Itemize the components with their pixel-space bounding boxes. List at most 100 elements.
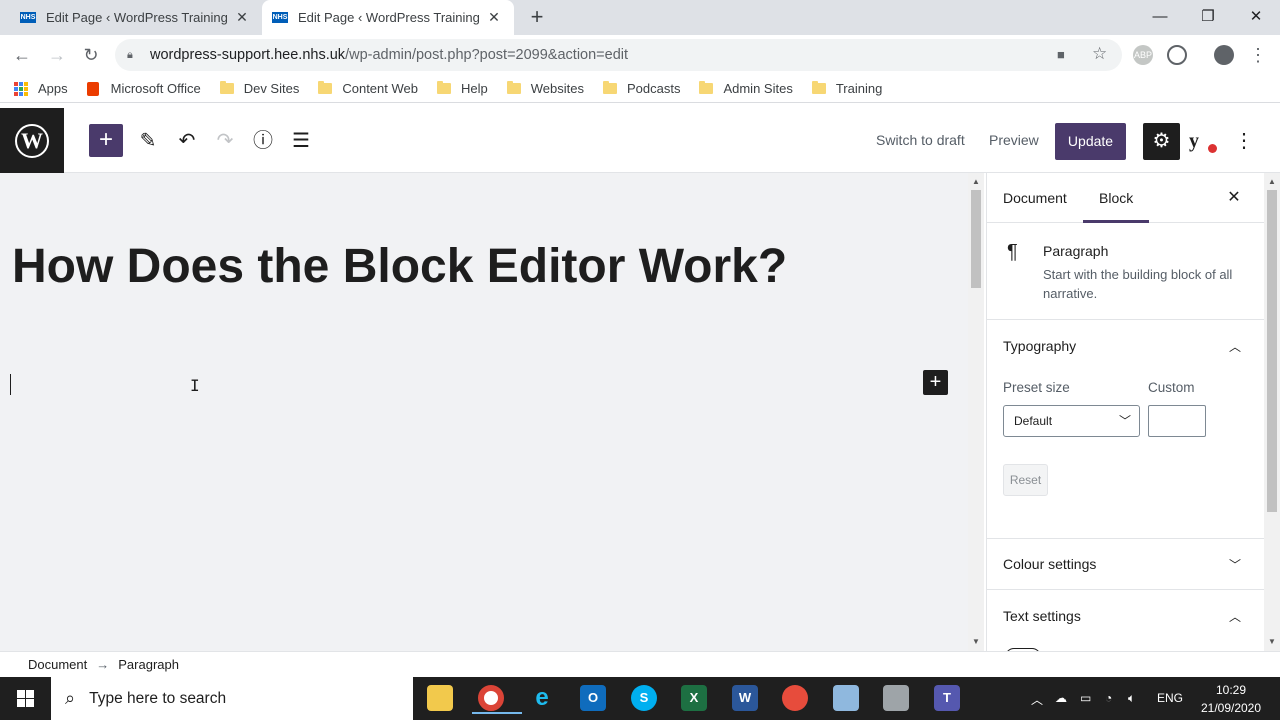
file-explorer-icon[interactable] [427, 685, 453, 711]
scroll-down-arrow-icon[interactable]: ▼ [1264, 637, 1280, 646]
chevron-up-icon: ︿ [1228, 339, 1241, 354]
update-button[interactable]: Update [1055, 123, 1126, 160]
paint-icon[interactable] [782, 685, 808, 711]
wordpress-logo-button[interactable]: W [0, 108, 64, 173]
chrome-taskbar-icon[interactable] [472, 685, 522, 714]
breadcrumb-document[interactable]: Document [28, 657, 87, 672]
add-block-button[interactable]: + [923, 370, 948, 395]
info-icon[interactable]: ⓘ [246, 124, 280, 158]
block-navigation-icon[interactable]: ☰ [284, 124, 318, 158]
yoast-seo-icon[interactable]: y [1189, 130, 1223, 156]
profile-avatar-icon[interactable] [1214, 45, 1234, 65]
settings-gear-icon[interactable]: ⚙ [1143, 123, 1180, 160]
bookmark-apps[interactable]: Apps [14, 81, 68, 96]
chrome-menu-icon[interactable]: ⋮ [1246, 43, 1270, 67]
plus-icon: + [98, 126, 113, 153]
reload-icon[interactable]: ↻ [79, 43, 103, 67]
bookmark-admin-sites[interactable]: Admin Sites [699, 81, 793, 96]
browser-tab[interactable]: NHS Edit Page ‹ WordPress Training & ✕ [10, 0, 262, 35]
text-settings-panel-toggle[interactable]: Text settings ︿ [987, 590, 1264, 642]
bookmark-content-web[interactable]: Content Web [318, 81, 418, 96]
editor-scrollbar[interactable]: ▲ ▼ [968, 173, 984, 651]
bookmark-label: Admin Sites [723, 81, 793, 96]
calculator-icon[interactable] [883, 685, 909, 711]
more-options-icon[interactable]: ⋮ [1232, 128, 1256, 154]
close-tab-icon[interactable]: ✕ [232, 9, 252, 26]
minimize-window-icon[interactable]: — [1136, 0, 1184, 35]
close-sidebar-icon[interactable]: ✕ [1223, 187, 1245, 209]
bookmark-dev-sites[interactable]: Dev Sites [219, 81, 300, 96]
url-path: /wp-admin/post.php?post=2099&action=edit [345, 47, 629, 63]
nhs-favicon-icon: NHS [20, 12, 36, 23]
preset-size-select[interactable]: Default ﹀ [1003, 405, 1140, 437]
bookmarks-bar: Apps Microsoft Office Dev Sites Content … [0, 75, 1280, 103]
post-title[interactable]: How Does the Block Editor Work? [12, 239, 787, 294]
scroll-down-arrow-icon[interactable]: ▼ [968, 637, 984, 646]
outlook-icon[interactable]: O [580, 685, 606, 711]
word-icon[interactable]: W [732, 685, 758, 711]
colour-settings-panel-toggle[interactable]: Colour settings ﹀ [987, 538, 1264, 590]
taskbar-search[interactable]: ⌕ Type here to search [51, 677, 413, 720]
panel-title: Colour settings [1003, 556, 1097, 572]
bookmark-training[interactable]: Training [811, 81, 882, 96]
block-breadcrumb: Document → Paragraph [0, 651, 1280, 677]
switch-to-draft-button[interactable]: Switch to draft [876, 132, 965, 148]
lock-icon: 🔒︎ [127, 48, 133, 61]
back-arrow-icon[interactable]: ← [10, 43, 34, 67]
bookmark-help[interactable]: Help [436, 81, 488, 96]
show-hidden-icons-chevron-icon[interactable]: ︿ [1031, 691, 1043, 708]
bookmark-microsoft-office[interactable]: Microsoft Office [86, 81, 201, 96]
close-tab-icon[interactable]: ✕ [484, 9, 504, 26]
bookmark-label: Microsoft Office [110, 81, 201, 96]
excel-icon[interactable]: X [681, 685, 707, 711]
extension-icon[interactable] [1167, 45, 1187, 65]
apps-grid-icon [14, 81, 28, 96]
arrow-right-icon: → [96, 657, 110, 672]
adblock-plus-icon[interactable]: ABP [1133, 45, 1153, 65]
sidebar-tabs: Document Block ✕ [987, 173, 1264, 223]
address-bar[interactable]: 🔒︎ wordpress-support.hee.nhs.uk/wp-admin… [115, 39, 1122, 71]
taskbar-clock[interactable]: 10:29 21/09/2020 [1195, 681, 1267, 717]
forward-arrow-icon[interactable]: → [45, 43, 69, 67]
onedrive-icon[interactable]: ☁ [1055, 691, 1067, 705]
browser-tab-active[interactable]: NHS Edit Page ‹ WordPress Training & ✕ [262, 0, 514, 35]
internet-explorer-icon[interactable]: e [529, 685, 555, 711]
close-window-icon[interactable]: ✕ [1232, 0, 1280, 35]
typography-panel-toggle[interactable]: Typography ︿ [987, 320, 1264, 372]
scroll-up-arrow-icon[interactable]: ▲ [1264, 177, 1280, 186]
notes-icon[interactable] [833, 685, 859, 711]
skype-icon[interactable]: S [631, 685, 657, 711]
panel-title: Typography [1003, 338, 1077, 354]
tools-pencil-icon[interactable]: ✎ [131, 124, 165, 158]
wifi-icon[interactable]: ◔ [1105, 691, 1112, 705]
block-card: ¶ Paragraph Start with the building bloc… [987, 223, 1264, 320]
new-tab-button[interactable]: + [526, 6, 548, 29]
bookmark-star-icon[interactable]: ☆ [1092, 44, 1107, 64]
custom-size-input[interactable] [1148, 405, 1206, 437]
scrollbar-thumb[interactable] [1267, 190, 1277, 512]
sidebar-scrollbar[interactable]: ▲ ▼ [1264, 173, 1280, 651]
volume-icon[interactable]: 🔈︎ [1128, 691, 1135, 706]
bookmark-label: Dev Sites [243, 81, 300, 96]
undo-icon[interactable]: ↶ [170, 124, 204, 158]
reset-button[interactable]: Reset [1003, 464, 1048, 496]
block-inserter-button[interactable]: + [89, 124, 123, 157]
redo-icon[interactable]: ↷ [208, 124, 242, 158]
bookmark-label: Podcasts [626, 81, 681, 96]
restore-window-icon[interactable]: ❐ [1184, 0, 1232, 35]
battery-icon[interactable]: ▭ [1080, 691, 1091, 705]
tab-document[interactable]: Document [987, 173, 1083, 223]
bookmark-podcasts[interactable]: Podcasts [602, 81, 681, 96]
bookmark-websites[interactable]: Websites [506, 81, 584, 96]
teams-icon[interactable]: T [934, 685, 960, 711]
language-indicator[interactable]: ENG [1157, 691, 1183, 705]
clock-date: 21/09/2020 [1200, 701, 1262, 715]
camera-blocked-icon[interactable]: ■ [1057, 47, 1065, 62]
editor-canvas[interactable]: How Does the Block Editor Work? I + [0, 173, 968, 651]
preview-button[interactable]: Preview [989, 132, 1039, 148]
scrollbar-thumb[interactable] [971, 190, 981, 288]
scroll-up-arrow-icon[interactable]: ▲ [968, 177, 984, 186]
windows-start-icon[interactable] [0, 677, 50, 720]
tab-block[interactable]: Block [1083, 173, 1150, 223]
breadcrumb-paragraph[interactable]: Paragraph [118, 657, 179, 672]
